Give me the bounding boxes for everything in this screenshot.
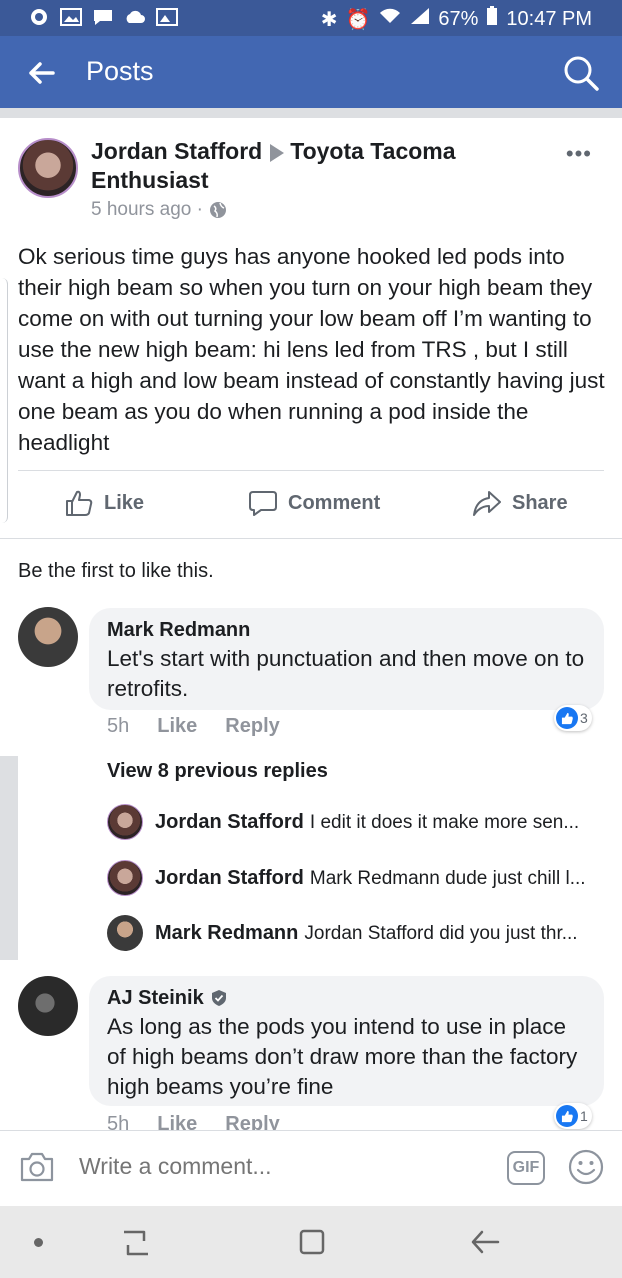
comment-reply-button[interactable]: Reply: [225, 1113, 279, 1131]
gif-icon[interactable]: GIF: [507, 1151, 545, 1185]
verified-badge-icon: [211, 990, 226, 1006]
thumbs-up-icon: [66, 490, 93, 516]
like-reaction-icon: [556, 707, 578, 729]
alarm-icon: ⏰: [345, 8, 371, 31]
reply-item[interactable]: Mark Redmann Jordan Stafford did you just…: [107, 915, 602, 951]
reply-content: Jordan Stafford Mark Redmann dude just ch…: [155, 867, 586, 890]
reply-author-name[interactable]: Mark Redmann: [155, 922, 298, 944]
reply-author-name[interactable]: Jordan Stafford: [155, 867, 304, 889]
image-notification-icon: [156, 8, 178, 26]
share-label: Share: [512, 491, 568, 514]
like-label: Like: [104, 491, 145, 514]
reply-avatar[interactable]: [107, 860, 143, 896]
app-bar: Posts: [0, 36, 622, 108]
thread-indicator: [0, 756, 18, 960]
comment-author-avatar[interactable]: [18, 607, 78, 667]
comment-reply-button[interactable]: Reply: [225, 715, 279, 738]
post-author-avatar[interactable]: [18, 138, 78, 198]
divider: [0, 538, 622, 539]
post-timestamp[interactable]: 5 hours ago ·: [91, 199, 203, 221]
search-icon[interactable]: [562, 54, 600, 92]
post-body: Ok serious time guys has anyone hooked l…: [18, 244, 605, 455]
reply-text: Mark Redmann dude just chill l...: [309, 867, 586, 889]
reply-author-name[interactable]: Jordan Stafford: [155, 811, 304, 833]
reaction-badge[interactable]: 1: [554, 1103, 592, 1129]
likes-summary: Be the first to like this.: [18, 560, 214, 582]
bluetooth-icon: ✱: [320, 8, 338, 31]
comment-text: As long as the pods you intend to use in…: [107, 1014, 578, 1099]
comment-time: 5h: [107, 715, 130, 737]
back-icon[interactable]: [468, 1226, 502, 1258]
camera-icon[interactable]: [19, 1151, 55, 1183]
comment-meta: 5h Like Reply: [107, 715, 280, 738]
like-reaction-icon: [556, 1105, 578, 1127]
reply-avatar[interactable]: [107, 915, 143, 951]
comment-composer: GIF: [0, 1130, 622, 1206]
comment-like-button[interactable]: Like: [157, 715, 197, 738]
share-arrow-icon: [473, 491, 501, 516]
top-separator: [0, 108, 622, 118]
reaction-count: 1: [580, 1108, 588, 1124]
back-arrow-icon[interactable]: [26, 58, 56, 88]
gallery-notification-icon: [60, 8, 82, 26]
reply-text: I edit it does it make more sen...: [309, 811, 580, 833]
system-nav-bar: [0, 1206, 622, 1278]
comment-author-name[interactable]: AJ Steinik: [107, 986, 204, 1010]
comment-time: 5h: [107, 1113, 130, 1131]
reply-content: Mark Redmann Jordan Stafford did you just…: [155, 922, 578, 945]
comment-author-name[interactable]: Mark Redmann: [107, 618, 586, 642]
shared-to-arrow-icon: [270, 143, 285, 162]
nav-indicator-dot: [34, 1238, 43, 1247]
reply-avatar[interactable]: [107, 804, 143, 840]
post-meta: 5 hours ago ·: [91, 199, 227, 221]
page-title: Posts: [86, 56, 154, 86]
emoji-icon[interactable]: [568, 1149, 604, 1185]
comment-label: Comment: [288, 491, 381, 514]
comment-bubble-icon: [249, 491, 277, 516]
comment-bubble[interactable]: Mark Redmann Let's start with punctuatio…: [89, 608, 604, 710]
post-header: Jordan Stafford Toyota Tacoma Enthusiast: [91, 137, 561, 195]
status-indicators: ✱ ⏰ 67% 10:47 PM: [321, 6, 592, 32]
comment-author-header: AJ Steinik: [107, 986, 586, 1010]
comment-meta: 5h Like Reply: [107, 1113, 280, 1131]
comment-author-avatar[interactable]: [18, 976, 78, 1036]
battery-icon: [486, 6, 498, 32]
more-options-icon[interactable]: •••: [566, 141, 592, 167]
comment-like-button[interactable]: Like: [157, 1113, 197, 1131]
recents-icon[interactable]: [120, 1228, 152, 1258]
cloud-notification-icon: [124, 8, 146, 26]
reply-item[interactable]: Jordan Stafford I edit it does it make mo…: [107, 804, 602, 840]
view-previous-replies-link[interactable]: View 8 previous replies: [107, 760, 328, 783]
reply-content: Jordan Stafford I edit it does it make mo…: [155, 811, 579, 834]
home-icon[interactable]: [296, 1226, 328, 1258]
post-author-name[interactable]: Jordan Stafford: [91, 138, 262, 164]
comment-button[interactable]: Comment: [248, 488, 380, 518]
post-actions: Like Comment Share: [0, 480, 622, 530]
message-notification-icon: [92, 8, 114, 26]
share-button[interactable]: Share: [472, 488, 568, 518]
globe-icon: [209, 202, 226, 218]
comment-input[interactable]: [79, 1153, 375, 1180]
signal-icon: [410, 7, 430, 31]
reply-item[interactable]: Jordan Stafford Mark Redmann dude just ch…: [107, 860, 602, 896]
reply-text: Jordan Stafford did you just thr...: [304, 922, 578, 944]
clock: 10:47 PM: [506, 7, 592, 30]
like-button[interactable]: Like: [64, 488, 144, 518]
status-bar: ✱ ⏰ 67% 10:47 PM: [0, 0, 622, 36]
notification-icons: [28, 8, 178, 26]
wifi-icon: [378, 7, 402, 31]
app-notification-icon: [28, 8, 50, 26]
battery-percent: 67%: [438, 7, 479, 30]
comment-text: Let's start with punctuation and then mo…: [107, 646, 585, 701]
reaction-badge[interactable]: 3: [554, 705, 592, 731]
divider: [18, 470, 604, 471]
comment-bubble[interactable]: AJ Steinik As long as the pods you inten…: [89, 976, 604, 1106]
reaction-count: 3: [580, 710, 588, 726]
